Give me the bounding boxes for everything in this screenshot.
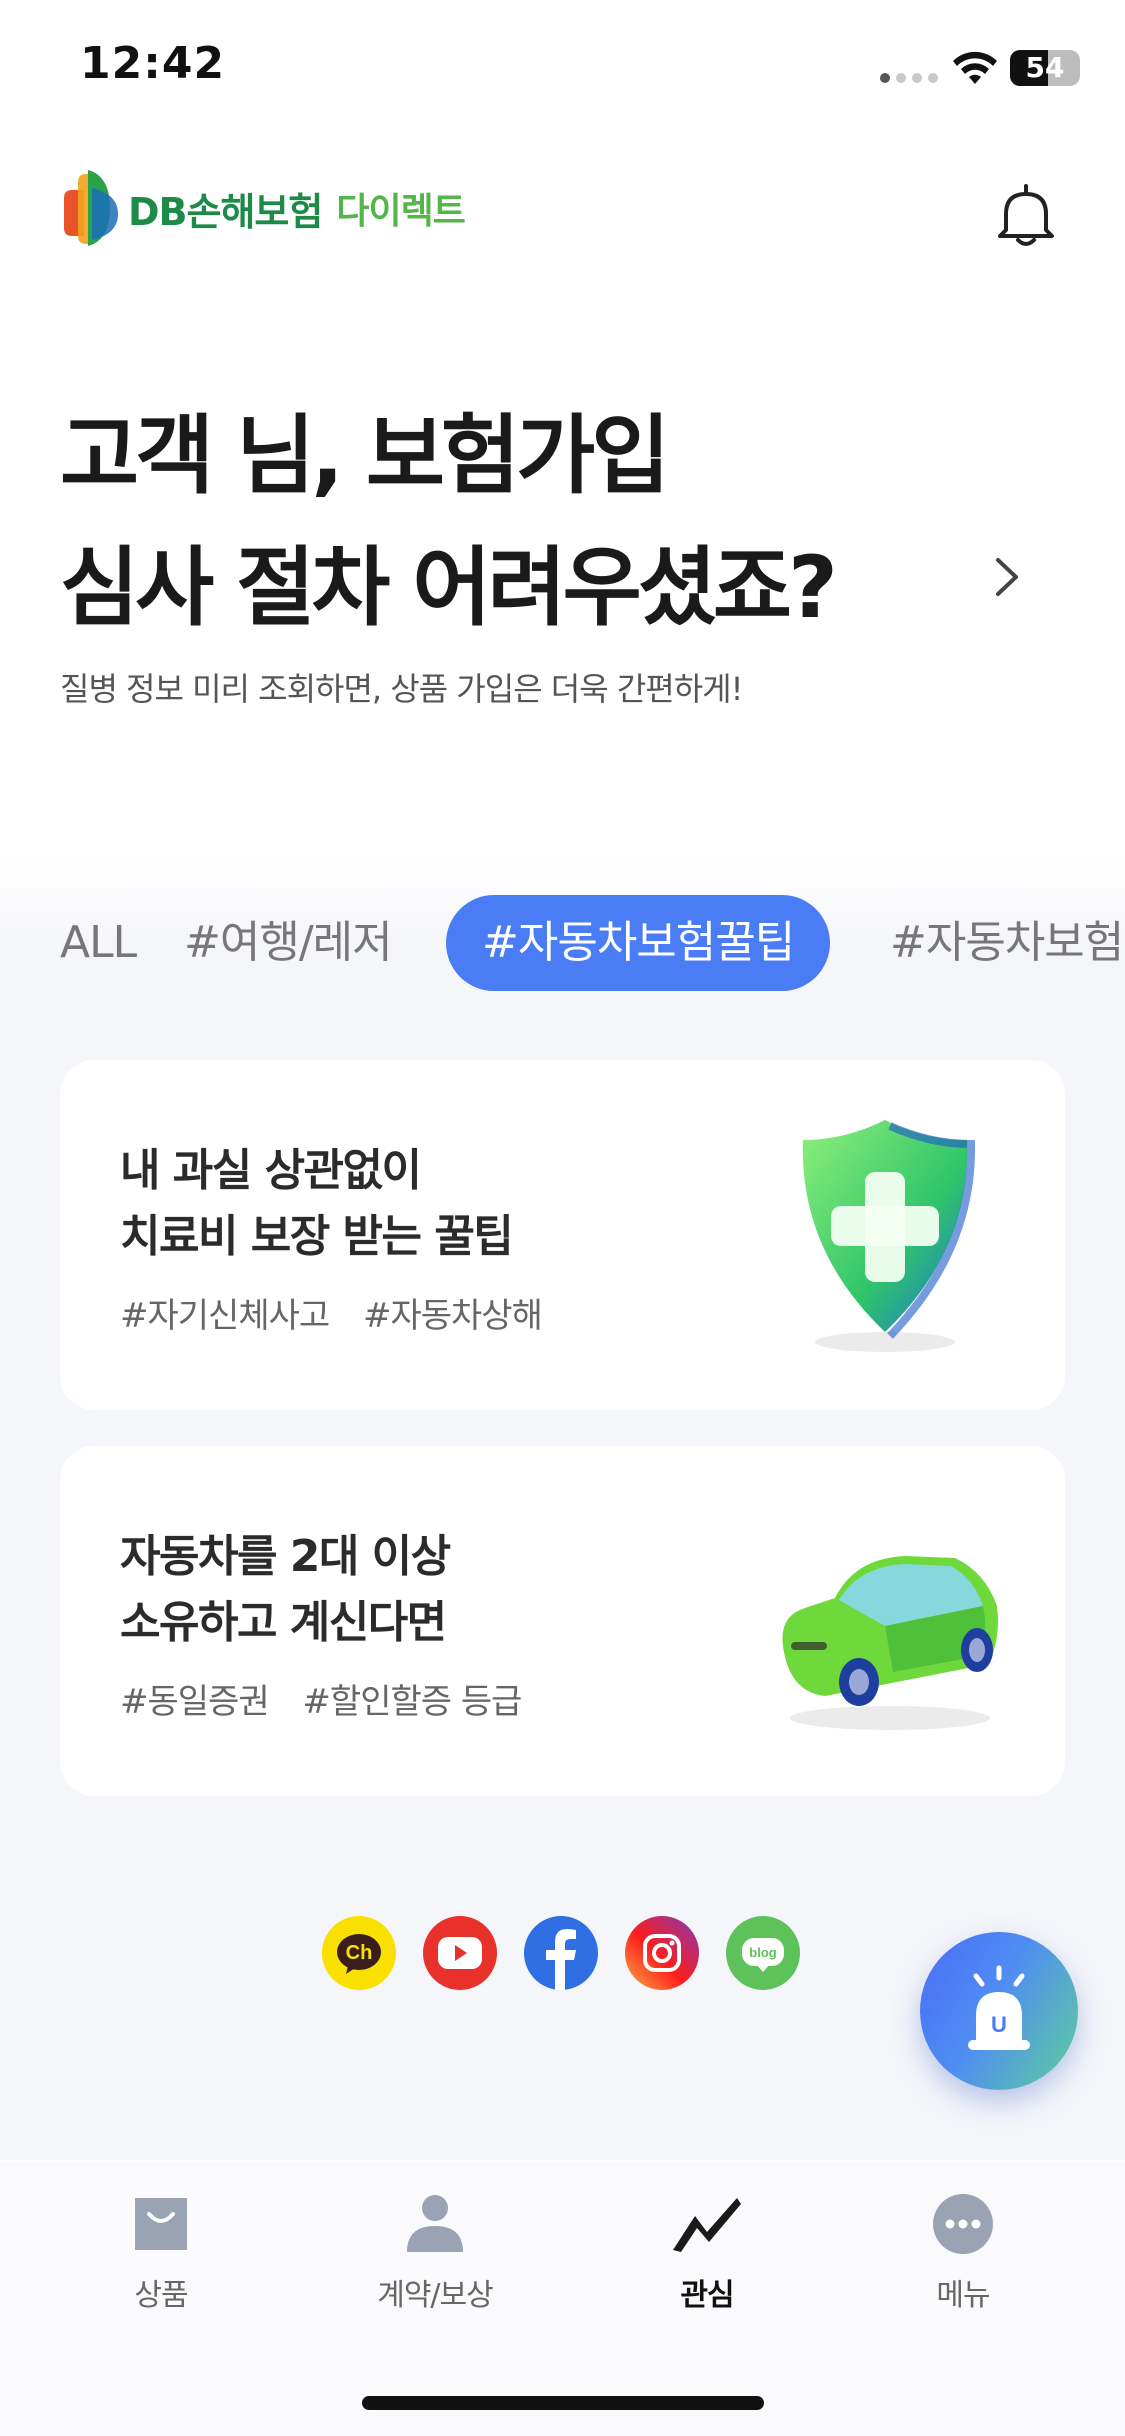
battery-icon: 54 (1010, 50, 1080, 86)
logo-sub-text: 다이렉트 (336, 191, 465, 232)
tag-travel-leisure[interactable]: #여행/레저 (184, 895, 393, 991)
tab-contract-claims[interactable]: 계약/보상 (350, 2192, 520, 2313)
shopping-bag-icon (135, 2198, 187, 2250)
zigzag-icon (673, 2198, 741, 2252)
kakao-channel-icon[interactable]: Ch (322, 1916, 396, 1990)
status-time: 12:42 (80, 38, 226, 89)
card-hashtag: #자동차상해 (362, 1296, 543, 1336)
battery-level: 54 (1025, 51, 1065, 84)
card-hashtag: #할인할증 등급 (302, 1682, 522, 1722)
blog-icon[interactable]: blog (726, 1916, 800, 1990)
instagram-icon[interactable] (625, 1916, 699, 1990)
hero-title-line2: 심사 절차 어려우셨죠? (60, 538, 838, 638)
person-icon (407, 2195, 463, 2252)
tag-car-insurance-tips[interactable]: #자동차보험꿀팁 (446, 895, 831, 991)
content-card[interactable]: 내 과실 상관없이 치료비 보장 받는 꿀팁 #자기신체사고 #자동차상해 (60, 1060, 1065, 1410)
brand-logo[interactable]: DB손해보험 다이렉트 (58, 168, 466, 248)
card-title-line1: 내 과실 상관없이 (120, 1145, 422, 1196)
hashtag-filter-bar: ALL #여행/레저 #자동차보험꿀팁 #자동차보험 (0, 895, 1125, 995)
hero-title-line1: 고객 님, 보험가입 (60, 406, 670, 506)
facebook-icon[interactable] (524, 1916, 598, 1990)
card-title-line1: 자동차를 2대 이상 (120, 1531, 451, 1582)
tab-label: 상품 (134, 2278, 188, 2313)
cellular-signal-icon (880, 68, 944, 87)
home-indicator[interactable] (362, 2396, 764, 2410)
shield-cross-icon (802, 1120, 976, 1352)
tab-interest[interactable]: 관심 (622, 2192, 792, 2313)
siren-icon: U (968, 1965, 1030, 2050)
status-bar: 12:42 54 (0, 0, 1125, 135)
svg-text:blog: blog (749, 1945, 776, 1960)
tab-label: 계약/보상 (377, 2278, 494, 2313)
tag-all[interactable]: ALL (60, 895, 137, 991)
card-hashtag: #동일증권 (120, 1682, 270, 1722)
card-hashtags: #동일증권 #할인할증 등급 (120, 1674, 545, 1723)
content-card[interactable]: 자동차를 2대 이상 소유하고 계신다면 #동일증권 #할인할증 등급 (60, 1446, 1065, 1796)
wifi-icon (953, 51, 997, 84)
fab-label: U (991, 2012, 1007, 2037)
tab-products[interactable]: 상품 (76, 2192, 246, 2313)
social-links: Ch blog (322, 1916, 827, 1992)
db-logo-mark-icon (64, 170, 118, 246)
chevron-right-icon[interactable] (990, 552, 1026, 602)
car-icon (782, 1556, 998, 1730)
svg-text:Ch: Ch (346, 1942, 373, 1964)
card-title: 자동차를 2대 이상 소유하고 계신다면 (120, 1524, 451, 1656)
tab-label: 관심 (680, 2278, 734, 2313)
card-title: 내 과실 상관없이 치료비 보장 받는 꿀팁 (120, 1138, 514, 1270)
hero-subtitle: 질병 정보 미리 조회하면, 상품 가입은 더욱 간편하게! (60, 670, 743, 708)
emergency-assist-button[interactable]: U (920, 1932, 1078, 2090)
tag-car-insurance[interactable]: #자동차보험 (890, 895, 1124, 991)
bottom-tab-bar: 상품 계약/보상 관심 메뉴 (0, 2162, 1125, 2436)
youtube-icon[interactable] (423, 1916, 497, 1990)
logo-main-text: DB손해보험 (128, 189, 323, 234)
card-hashtags: #자기신체사고 #자동차상해 (120, 1288, 566, 1337)
card-title-line2: 치료비 보장 받는 꿀팁 (120, 1211, 514, 1262)
more-dots-icon (933, 2194, 993, 2254)
card-hashtag: #자기신체사고 (120, 1296, 330, 1336)
tab-menu[interactable]: 메뉴 (878, 2192, 1048, 2313)
notification-bell-icon[interactable] (990, 178, 1062, 250)
hero-title[interactable]: 고객 님, 보험가입 심사 절차 어려우셨죠? (60, 390, 960, 654)
tab-label: 메뉴 (936, 2278, 990, 2313)
card-title-line2: 소유하고 계신다면 (120, 1597, 447, 1648)
